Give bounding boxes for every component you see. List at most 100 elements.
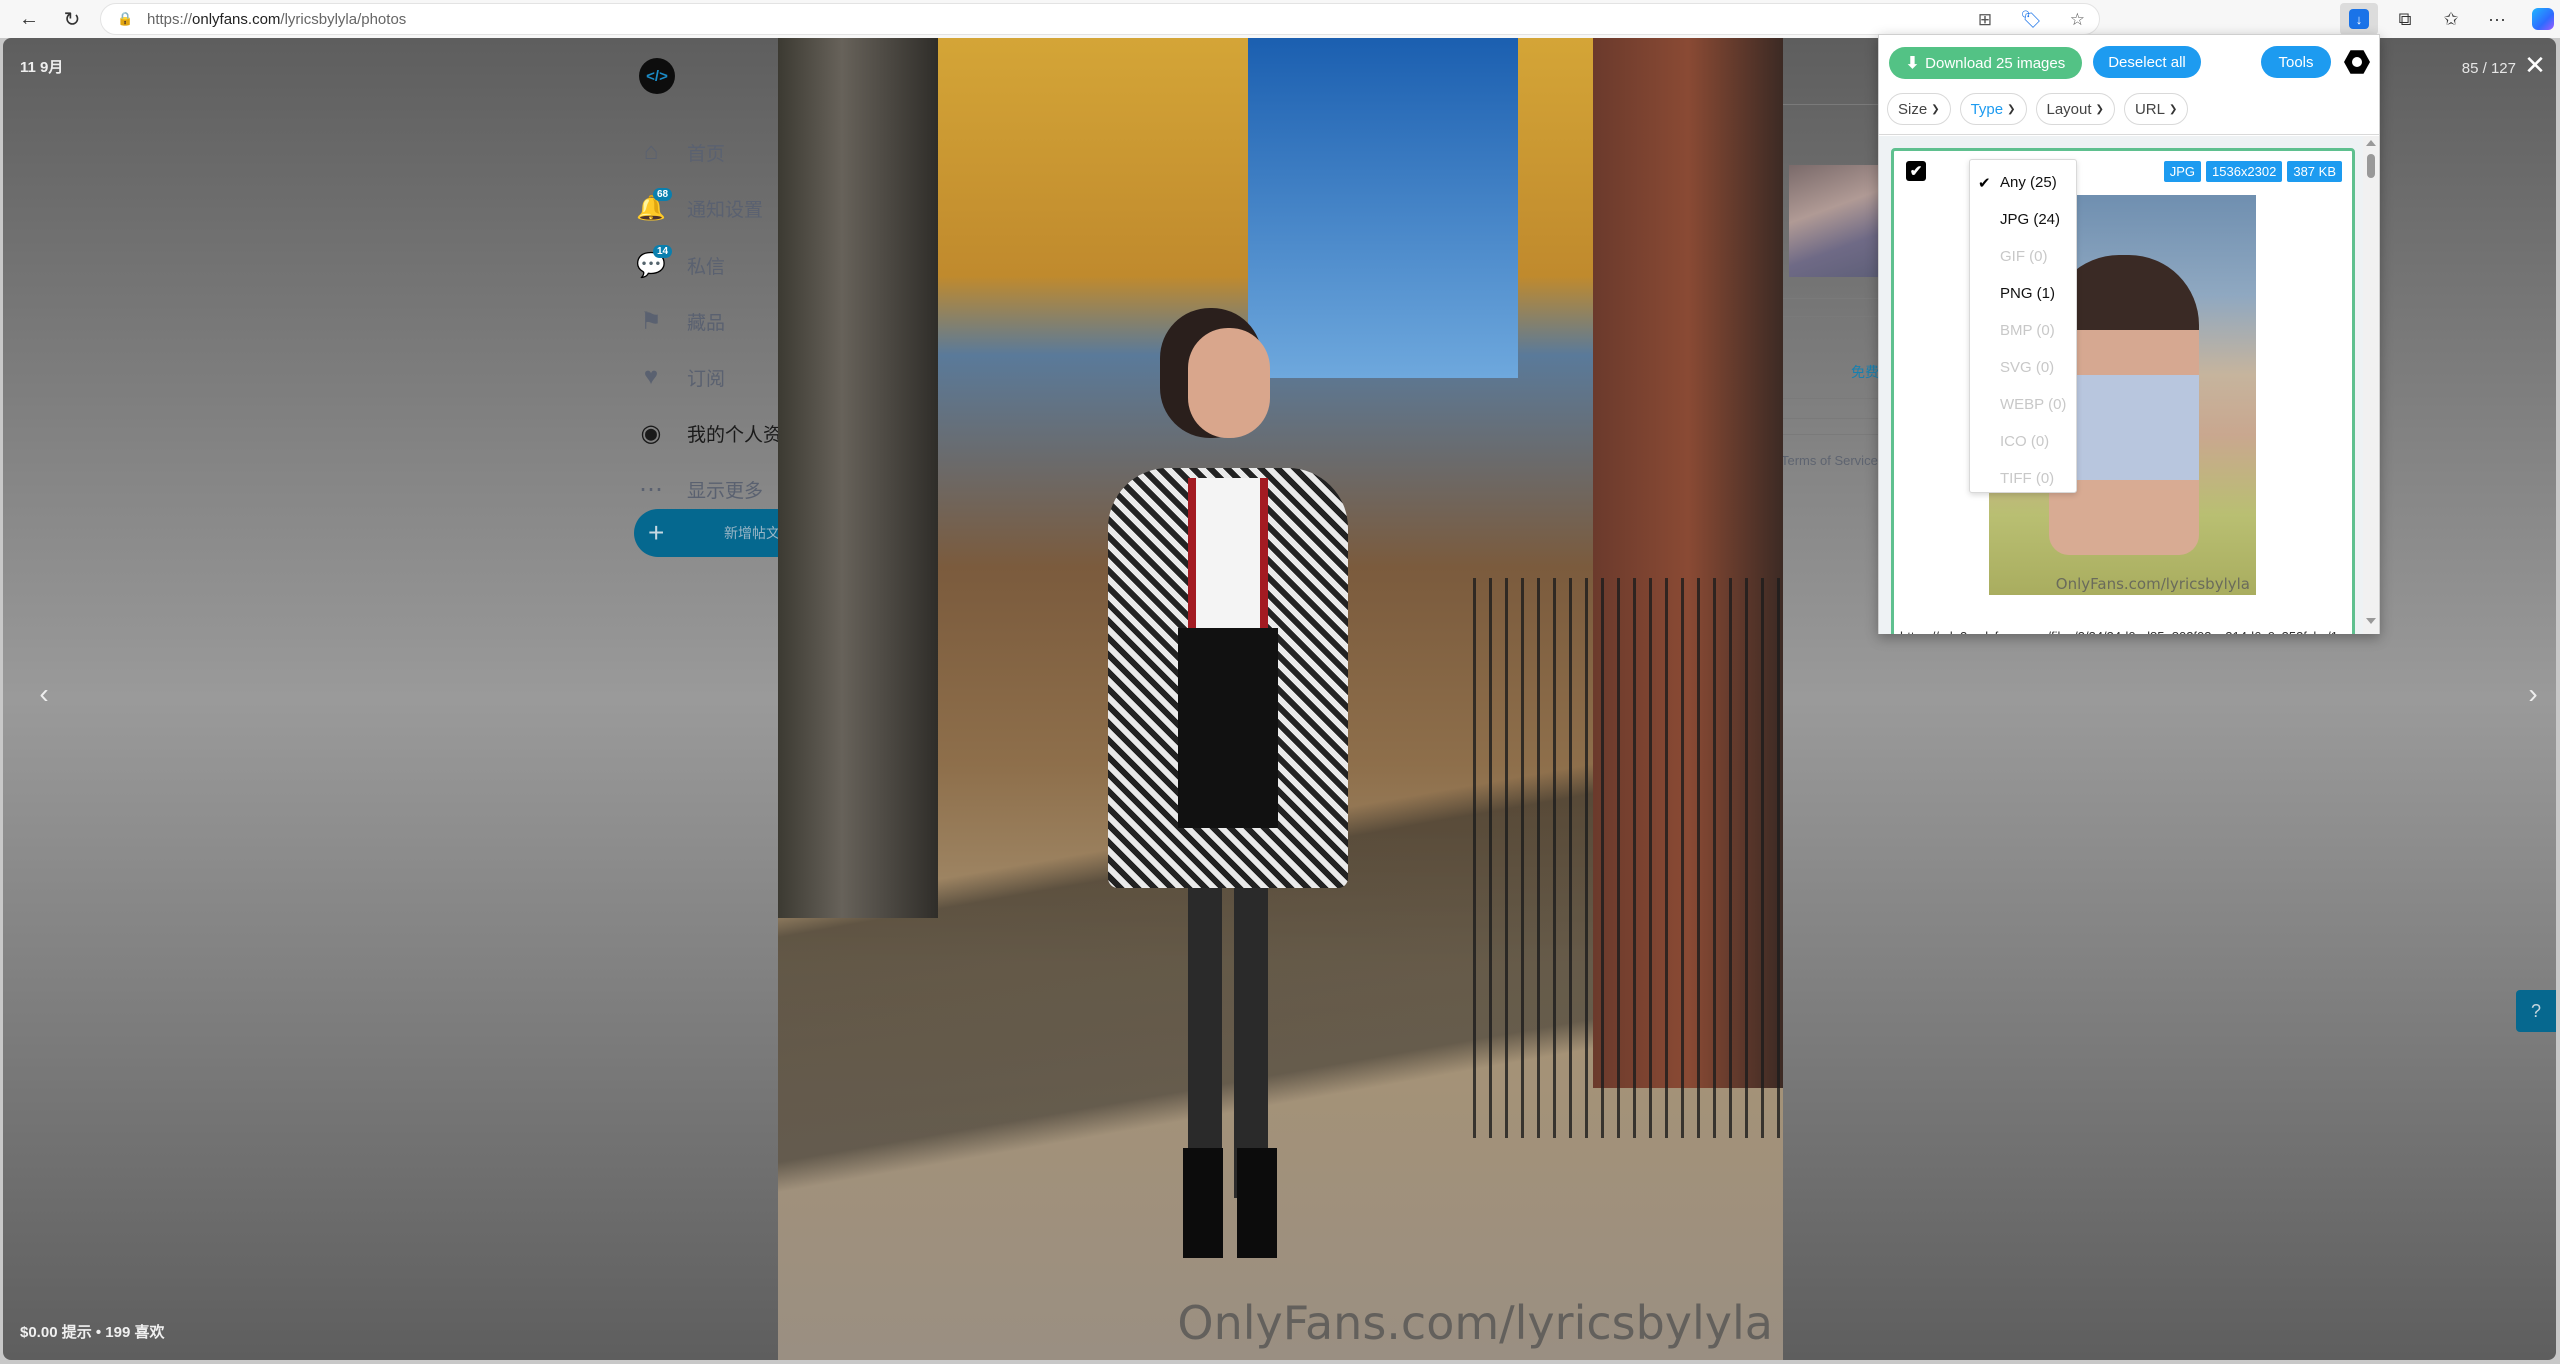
image-select-checkbox[interactable]: ✔	[1906, 161, 1926, 181]
download-images-label: Download 25 images	[1925, 54, 2066, 72]
type-option-jpg[interactable]: JPG (24)	[1970, 201, 2076, 238]
settings-button[interactable]	[2343, 48, 2371, 76]
sidebar-item-label: 藏品	[687, 312, 726, 334]
checkmark-icon: ✔	[1978, 174, 1991, 192]
reload-button[interactable]: ↻	[55, 4, 89, 34]
profile-circle-icon: ◉	[640, 419, 662, 447]
image-downloader-popup: ⬇ Download 25 images Deselect all Tools …	[1878, 34, 2380, 634]
type-option-webp: WEBP (0)	[1970, 386, 2076, 423]
image-downloader-extension-button[interactable]: ↓	[2340, 3, 2378, 35]
photo-shirt	[1188, 478, 1268, 638]
message-icon: 💬 14	[633, 245, 673, 283]
copilot-button[interactable]	[2524, 3, 2560, 35]
sidebar-item-label: 显示更多	[687, 480, 764, 502]
sidebar-item-subscriptions[interactable]: ♥ 订阅	[633, 357, 793, 397]
terms-of-service-link[interactable]: Terms of Service	[1781, 453, 1878, 468]
add-favorite-star-icon[interactable]: ☆	[2070, 10, 2085, 30]
filter-label: URL	[2134, 100, 2165, 118]
profile-thumbnail[interactable]	[1789, 165, 1881, 277]
next-photo-button[interactable]: ›	[2518, 678, 2548, 710]
bookmark-stars-icon: ⚑	[640, 307, 662, 335]
sidebar-item-messages[interactable]: 💬 14 私信	[633, 245, 793, 285]
home-icon: ⌂	[643, 138, 659, 165]
url-text[interactable]: https://onlyfans.com/lyricsbylyla/photos	[147, 11, 406, 28]
image-url[interactable]: https://cdn2.onlyfans.com/files/3/34/34d…	[1900, 629, 2338, 634]
sidebar-item-more[interactable]: ⋯ 显示更多	[633, 469, 793, 509]
shopping-tag-icon[interactable]: 🏷	[2020, 10, 2042, 30]
favorites-button[interactable]: ✩	[2432, 3, 2470, 35]
filter-layout[interactable]: Layout ❯	[2035, 93, 2115, 125]
scroll-thumb[interactable]	[2367, 154, 2375, 178]
new-post-label: 新增帖文	[724, 525, 780, 541]
lock-icon: 🔒	[117, 11, 134, 26]
filter-url[interactable]: URL ❯	[2123, 93, 2189, 125]
photo-boots	[1183, 1148, 1278, 1258]
download-images-button[interactable]: ⬇ Download 25 images	[1889, 47, 2082, 79]
address-bar[interactable]: 🔒 https://onlyfans.com/lyricsbylyla/phot…	[100, 3, 2100, 35]
lightbox-photo: OnlyFans.com/lyricsbylyla	[778, 38, 1783, 1360]
favorites-list-icon: ✩	[2443, 8, 2459, 29]
sidebar-item-notifications[interactable]: 🔔 68 通知设置	[633, 188, 793, 228]
page-right-column: 免费 Terms of Service	[1781, 38, 1883, 638]
photo-fence	[1473, 578, 1783, 1138]
extensions-button[interactable]: ⧉	[2386, 3, 2424, 35]
scroll-up-arrow-icon[interactable]	[2366, 140, 2376, 146]
post-date: 11 9月	[20, 59, 64, 76]
url-scheme: https://	[147, 10, 193, 28]
dimensions-tag: 1536x2302	[2206, 161, 2283, 182]
filter-type[interactable]: Type ❯	[1959, 93, 2027, 125]
filter-size[interactable]: Size ❯	[1887, 93, 1951, 125]
type-option-ico: ICO (0)	[1970, 423, 2076, 460]
sidebar-item-home[interactable]: ⌂ 首页	[633, 132, 793, 172]
help-question-icon: ?	[2530, 1000, 2541, 1021]
close-lightbox-button[interactable]: ✕	[2520, 50, 2550, 81]
help-button[interactable]: ?	[2516, 990, 2556, 1032]
download-arrow-icon: ⬇	[1905, 55, 1920, 72]
bell-icon: 🔔 68	[633, 188, 673, 226]
sidebar-item-label: 首页	[687, 143, 726, 165]
option-label: JPG (24)	[2000, 211, 2061, 228]
sidebar-item-label: 我的个人资	[687, 424, 783, 446]
type-option-svg: SVG (0)	[1970, 349, 2076, 386]
new-post-button[interactable]: + 新增帖文	[634, 509, 794, 557]
scroll-down-arrow-icon[interactable]	[2366, 618, 2376, 624]
file-size-tag: 387 KB	[2287, 161, 2342, 182]
format-tag: JPG	[2163, 161, 2201, 182]
tools-button[interactable]: Tools	[2261, 46, 2331, 78]
more-dots-icon: ···	[2488, 8, 2506, 29]
previous-photo-button[interactable]: ‹	[29, 678, 59, 710]
photo-counter: 85 / 127	[2461, 60, 2516, 77]
chevron-right-icon: ›	[2528, 678, 2538, 709]
settings-more-button[interactable]: ···	[2478, 3, 2516, 35]
type-option-tiff: TIFF (0)	[1970, 460, 2076, 497]
type-option-bmp: BMP (0)	[1970, 312, 2076, 349]
image-list-scrollbar[interactable]	[2363, 136, 2379, 634]
site-logo[interactable]: </>	[639, 58, 675, 94]
app-available-icon[interactable]: ⊞	[1978, 10, 1992, 30]
chevron-down-icon: ❯	[2095, 103, 2104, 115]
photo-head	[1188, 328, 1270, 438]
message-count-badge: 14	[653, 245, 673, 258]
back-button[interactable]: ←	[12, 4, 46, 34]
sidebar-item-my-profile[interactable]: ◉ 我的个人资	[633, 413, 793, 453]
divider	[1781, 316, 1881, 317]
filter-label: Type	[1970, 100, 2004, 118]
sidebar-nav: </>	[633, 58, 783, 94]
divider	[1781, 104, 1881, 105]
browser-toolbar: ← ↻ 🔒 https://onlyfans.com/lyricsbylyla/…	[0, 0, 2560, 38]
image-list: ✔ JPG 1536x2302 387 KB OnlyFans.com/lyri…	[1879, 136, 2379, 634]
type-option-any[interactable]: ✔ Any (25)	[1970, 164, 2076, 201]
option-label: SVG (0)	[2000, 359, 2055, 376]
address-bar-actions: ⊞ 🏷 ☆	[1978, 4, 2085, 36]
image-info-tags: JPG 1536x2302 387 KB	[2163, 161, 2342, 182]
plus-icon: +	[648, 517, 665, 548]
sidebar-item-collections[interactable]: ⚑ 藏品	[633, 301, 793, 341]
type-option-png[interactable]: PNG (1)	[1970, 275, 2076, 312]
deselect-all-button[interactable]: Deselect all	[2093, 46, 2201, 78]
photo-skirt	[1178, 628, 1278, 828]
photo-watermark: OnlyFans.com/lyricsbylyla	[1177, 1296, 1773, 1350]
url-host: onlyfans.com	[192, 10, 281, 28]
free-label[interactable]: 免费	[1851, 362, 1879, 382]
option-label: TIFF (0)	[2000, 470, 2055, 487]
image-card[interactable]: ✔ JPG 1536x2302 387 KB OnlyFans.com/lyri…	[1891, 148, 2355, 634]
